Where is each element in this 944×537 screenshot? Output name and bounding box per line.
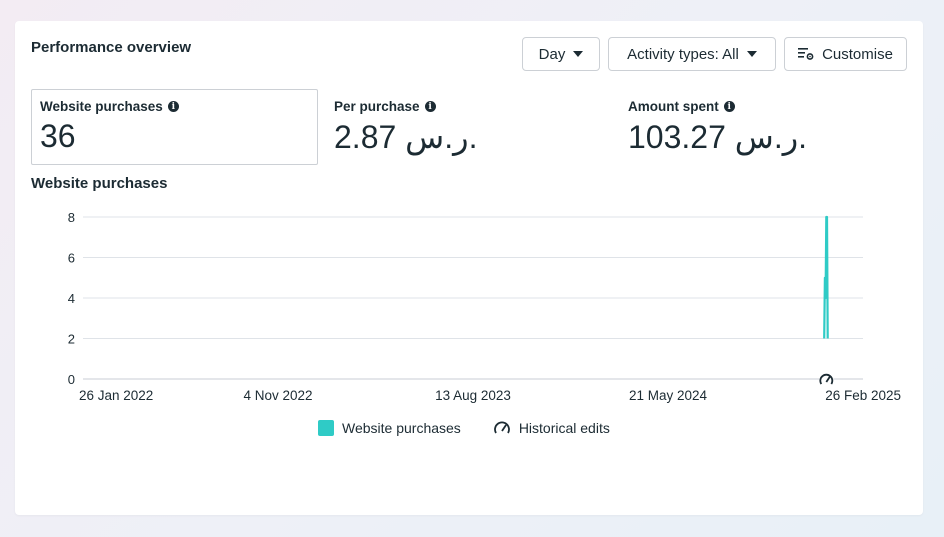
metric-value: 2.87 ر.س. [334, 119, 478, 155]
day-dropdown-label: Day [538, 45, 566, 63]
caret-down-icon [746, 51, 757, 57]
info-icon[interactable]: i [424, 101, 436, 112]
legend-item-website-purchases[interactable]: Website purchases [318, 420, 461, 436]
performance-overview-card: Performance overview Day Activity types:… [15, 21, 923, 515]
y-tick-label: 0 [68, 372, 75, 387]
website-purchases-chart: 0 2 4 6 8 26 Jan 2022 4 Nov 2022 13 Aug 2023 21 … [68, 210, 901, 403]
day-dropdown[interactable]: Day [522, 37, 600, 71]
info-icon[interactable]: i [167, 101, 179, 112]
legend-label: Historical edits [518, 420, 610, 436]
y-tick-label: 8 [68, 210, 75, 225]
activity-types-label: Activity types: All [627, 45, 739, 63]
metric-per-purchase[interactable]: Per purchase i 2.87 ر.س. [334, 89, 614, 165]
chart-title: Website purchases [31, 175, 168, 192]
series-swatch [318, 420, 334, 436]
x-tick-label: 26 Jan 2022 [79, 388, 153, 403]
metric-label-row: Amount spent i [628, 99, 908, 114]
x-tick-label: 21 May 2024 [629, 388, 708, 403]
customise-label: Customise [822, 45, 893, 63]
legend-item-historical-edits[interactable]: Historical edits [493, 420, 610, 436]
y-tick-label: 4 [68, 291, 75, 306]
metric-label: Website purchases [40, 99, 163, 114]
customise-button[interactable]: Customise [784, 37, 907, 71]
historical-edits-icon [493, 421, 510, 434]
metric-label-row: Per purchase i [334, 99, 614, 114]
y-tick-label: 2 [68, 332, 75, 347]
customise-columns-icon [798, 48, 814, 60]
metric-value: 103.27 ر.س. [628, 119, 808, 155]
historical-edit-marker[interactable] [819, 372, 834, 386]
y-tick-label: 6 [68, 251, 75, 266]
metric-label-row: Website purchases i [40, 99, 317, 114]
x-tick-label: 13 Aug 2023 [435, 388, 511, 403]
series-line-website-purchases [823, 215, 829, 339]
activity-types-dropdown[interactable]: Activity types: All [608, 37, 776, 71]
card-title: Performance overview [31, 39, 192, 56]
info-icon[interactable]: i [723, 101, 735, 112]
metric-label: Per purchase [334, 99, 420, 114]
metric-value: 36 [40, 118, 76, 154]
caret-down-icon [573, 51, 584, 57]
x-tick-label: 4 Nov 2022 [243, 388, 312, 403]
x-tick-label: 26 Feb 2025 [825, 388, 901, 403]
chart-legend: Website purchases Historical edits [318, 420, 634, 436]
metric-website-purchases[interactable]: Website purchases i 36 [31, 89, 318, 165]
legend-label: Website purchases [342, 420, 461, 436]
metric-amount-spent[interactable]: Amount spent i 103.27 ر.س. [628, 89, 908, 165]
metric-label: Amount spent [628, 99, 719, 114]
